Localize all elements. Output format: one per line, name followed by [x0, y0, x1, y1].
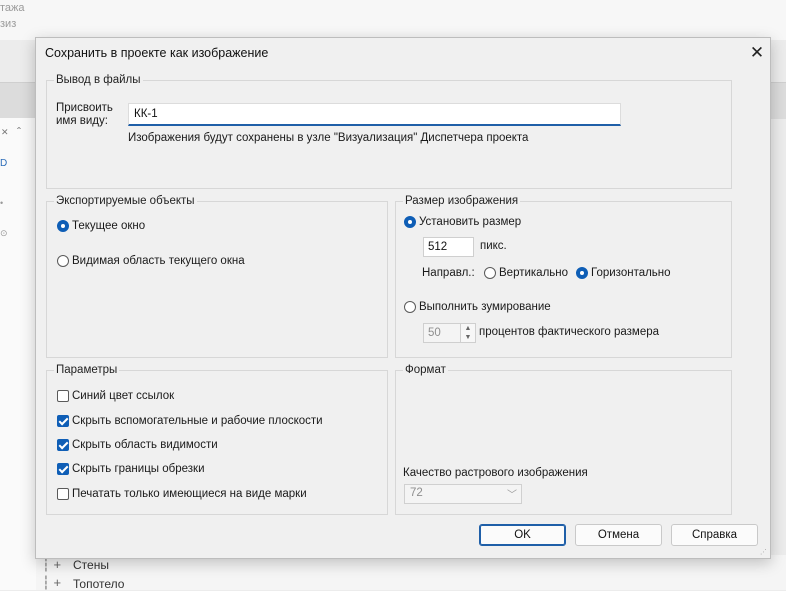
group-label: Формат: [403, 364, 448, 376]
radio-label[interactable]: Выполнить зумирование: [419, 301, 551, 313]
radio-label[interactable]: Горизонтально: [591, 267, 671, 279]
quality-value: 72: [410, 487, 423, 499]
checkbox-label[interactable]: Синий цвет ссылок: [72, 390, 174, 402]
expand-icon[interactable]: ┆ +: [42, 557, 61, 573]
output-group: Вывод в файлы Присвоить имя виду: Изобра…: [46, 74, 732, 189]
group-label: Вывод в файлы: [54, 74, 143, 86]
ok-button[interactable]: OK: [479, 524, 566, 546]
group-label: Параметры: [54, 364, 120, 376]
quality-label: Качество растрового изображения: [403, 467, 588, 479]
panel-marker: D: [0, 158, 8, 169]
export-objects-group: Экспортируемые объекты Текущее окно Види…: [46, 195, 388, 358]
radio-label[interactable]: Вертикально: [499, 267, 568, 279]
panel-marker: ⊙: [0, 228, 8, 238]
parameters-group: Параметры Синий цвет ссылок Скрыть вспом…: [46, 364, 388, 515]
help-button[interactable]: Справка: [671, 524, 758, 546]
chevron-up-icon[interactable]: ˆ: [17, 125, 21, 139]
quality-select[interactable]: 72 ﹀: [404, 484, 522, 504]
cancel-button[interactable]: Отмена: [575, 524, 662, 546]
hide-crop-checkbox[interactable]: [57, 463, 69, 475]
chevron-down-icon: ﹀: [507, 490, 517, 501]
zoom-unit: процентов фактического размера: [479, 326, 660, 338]
checkbox-label[interactable]: Скрыть вспомогательные и рабочие плоскос…: [72, 415, 323, 427]
hide-view-area-checkbox[interactable]: [57, 439, 69, 451]
horizontal-radio[interactable]: [576, 267, 588, 279]
background-side-panel: ✕ ˆ D • ⊙: [0, 118, 37, 590]
background-tree: ┆ + Стены ┆ + Топотело: [36, 555, 786, 591]
tree-item[interactable]: Топотело: [73, 577, 124, 591]
expand-icon[interactable]: ┆ +: [42, 575, 61, 591]
info-text: Изображения будут сохранены в узле "Визу…: [128, 132, 529, 144]
background-text-fragment: тажа: [0, 2, 25, 14]
save-as-image-dialog: Сохранить в проекте как изображение ✕ Вы…: [35, 37, 771, 559]
image-size-group: Размер изображения Установить размер пик…: [395, 195, 732, 358]
dialog-title: Сохранить в проекте как изображение: [45, 46, 269, 60]
close-icon[interactable]: ✕: [746, 42, 768, 64]
panel-marker: •: [0, 198, 4, 208]
background-toolbar: [0, 0, 786, 40]
tree-item[interactable]: Стены: [73, 558, 109, 572]
zoom-spinner[interactable]: ▲ ▼: [460, 323, 476, 343]
checkbox-label[interactable]: Скрыть область видимости: [72, 439, 218, 451]
close-icon[interactable]: ✕: [1, 127, 9, 138]
background-text-fragment: зиз: [0, 18, 17, 30]
checkbox-label[interactable]: Печатать только имеющиеся на виде марки: [72, 488, 307, 500]
set-size-radio[interactable]: [404, 216, 416, 228]
resize-grip-icon[interactable]: ⋰: [760, 548, 768, 556]
view-name-label: Присвоить имя виду:: [56, 102, 113, 127]
print-marks-checkbox[interactable]: [57, 488, 69, 500]
hide-planes-checkbox[interactable]: [57, 415, 69, 427]
view-name-input[interactable]: [128, 103, 621, 126]
radio-label[interactable]: Текущее окно: [72, 220, 145, 232]
radio-label[interactable]: Видимая область текущего окна: [72, 255, 245, 267]
direction-label: Направл.:: [422, 267, 475, 279]
group-label: Размер изображения: [403, 195, 521, 207]
radio-label[interactable]: Установить размер: [419, 216, 521, 228]
visible-area-radio[interactable]: [57, 255, 69, 267]
current-window-radio[interactable]: [57, 220, 69, 232]
group-label: Экспортируемые объекты: [54, 195, 197, 207]
checkbox-label[interactable]: Скрыть границы обрезки: [72, 463, 205, 475]
vertical-radio[interactable]: [484, 267, 496, 279]
zoom-radio[interactable]: [404, 301, 416, 313]
size-input[interactable]: [423, 237, 474, 257]
format-group: Формат Качество растрового изображения 7…: [395, 364, 732, 515]
size-unit: пикс.: [480, 240, 507, 252]
blue-links-checkbox[interactable]: [57, 390, 69, 402]
zoom-input[interactable]: [423, 323, 461, 343]
